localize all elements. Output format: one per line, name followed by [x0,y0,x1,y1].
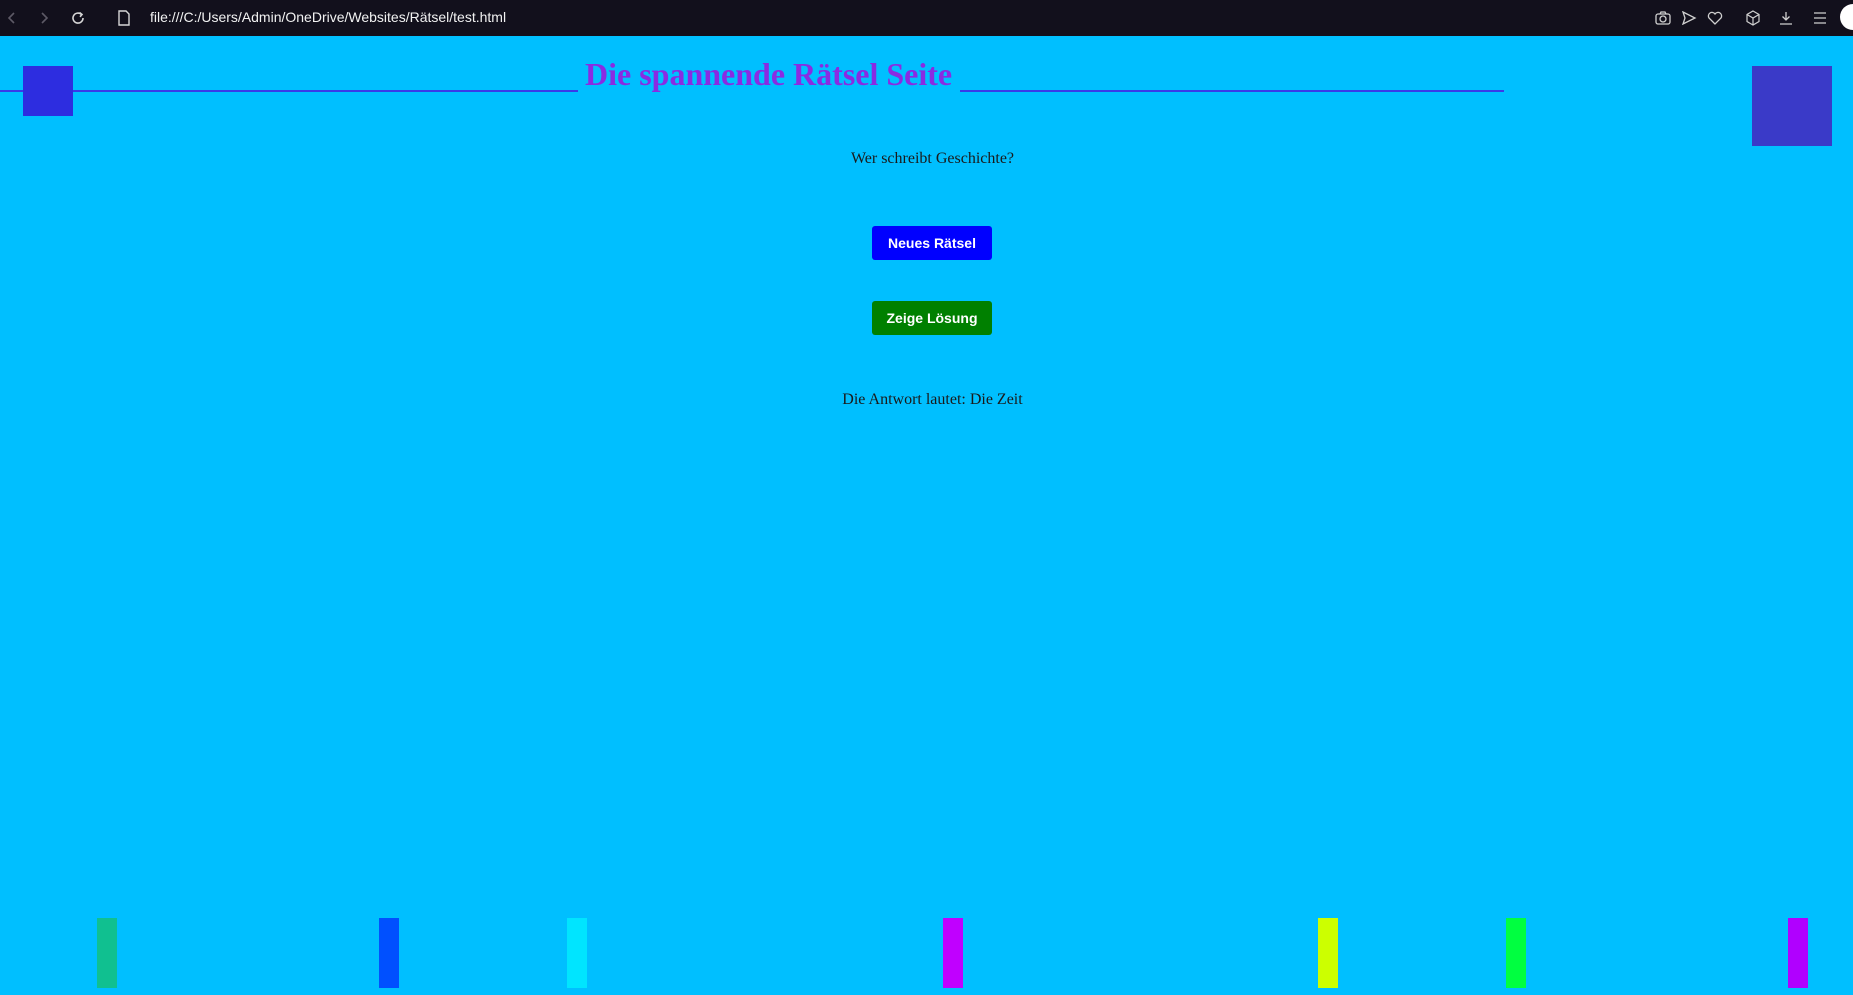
show-solution-button[interactable]: Zeige Lösung [872,301,992,335]
reload-icon[interactable] [66,6,90,30]
decorative-bar [379,918,399,988]
heart-icon[interactable] [1703,6,1727,30]
decorative-bar [1506,918,1526,988]
cube-icon[interactable] [1741,6,1765,30]
address-bar-url[interactable]: file:///C:/Users/Admin/OneDrive/Websites… [150,9,506,25]
decorative-bar [97,918,117,988]
page-content: Die spannende Rätsel Seite Wer schreibt … [0,36,1853,995]
page-title: Die spannende Rätsel Seite [585,56,953,92]
header-divider-left [0,90,578,92]
back-icon[interactable] [0,6,24,30]
decorative-bar [1788,918,1808,988]
send-icon[interactable] [1677,6,1701,30]
decorative-square-right [1752,66,1832,146]
decorative-bar [567,918,587,988]
riddle-question: Wer schreibt Geschichte? [850,150,1015,167]
browser-toolbar: file:///C:/Users/Admin/OneDrive/Websites… [0,0,1853,36]
menu-icon[interactable] [1808,6,1832,30]
forward-icon[interactable] [32,6,56,30]
new-riddle-button[interactable]: Neues Rätsel [872,226,992,260]
decorative-bar [943,918,963,988]
camera-icon[interactable] [1651,6,1675,30]
avatar[interactable] [1840,4,1853,30]
answer-text: Die Antwort lautet: Die Zeit [842,391,1023,408]
header-divider-right [960,90,1504,92]
file-icon [112,6,136,30]
decorative-square-left [23,66,73,116]
download-icon[interactable] [1774,6,1798,30]
decorative-bar [1318,918,1338,988]
